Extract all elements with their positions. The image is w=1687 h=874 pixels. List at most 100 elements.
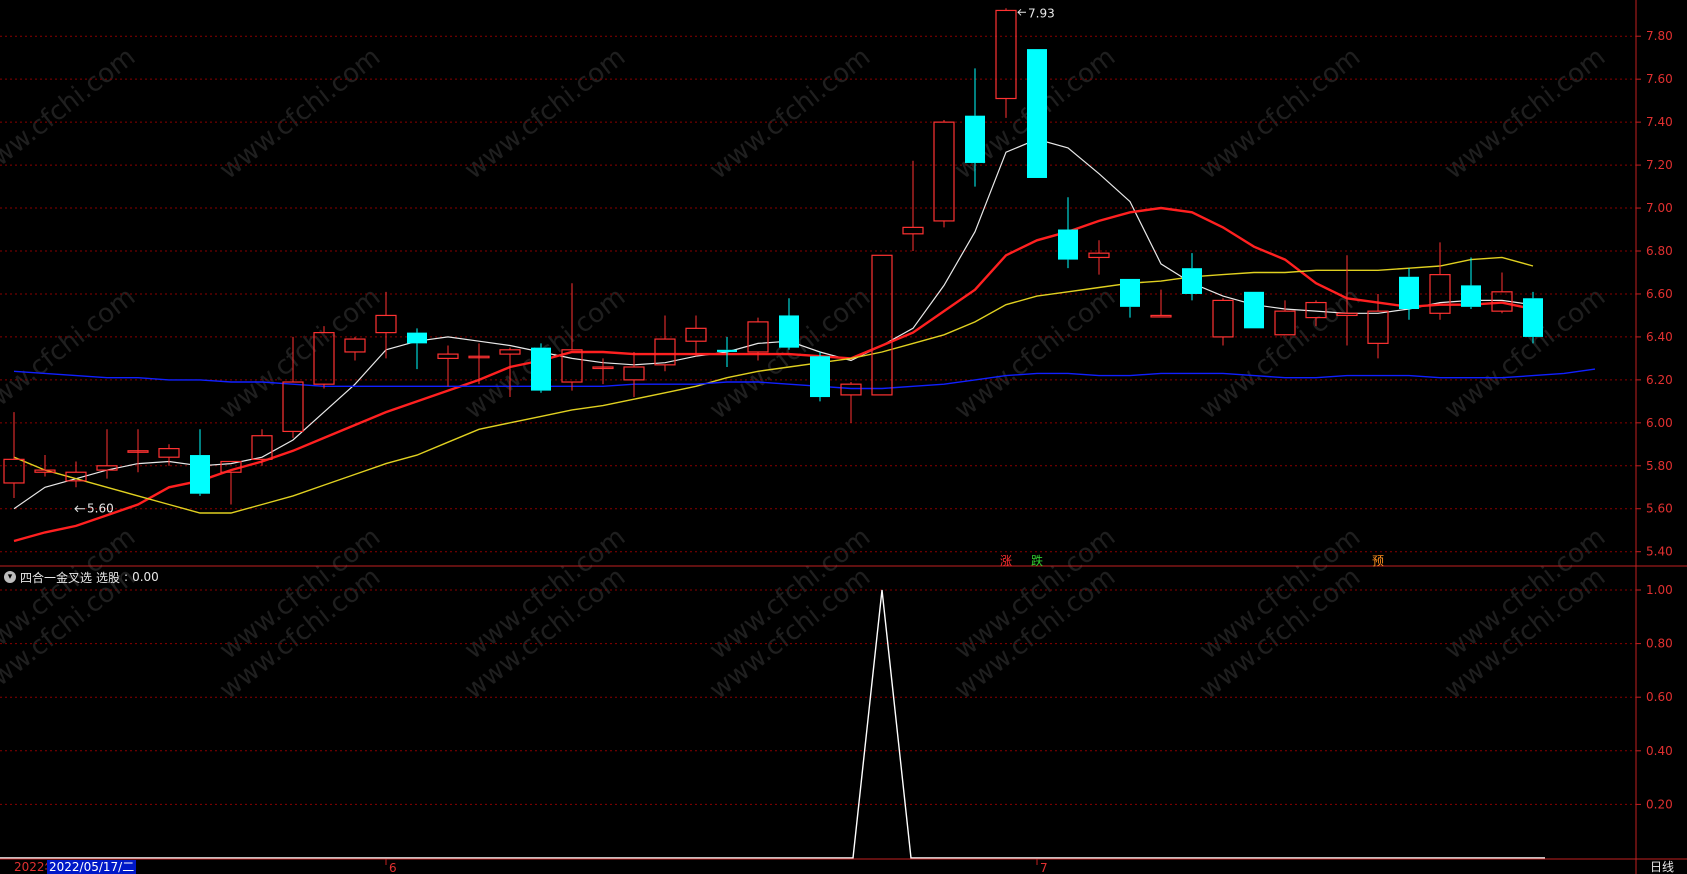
- candle: [65, 461, 87, 488]
- candle-body: [1088, 252, 1110, 259]
- watermark-text: www.cfchi.com: [1194, 282, 1366, 426]
- price-tick-label: 7.00: [1646, 201, 1673, 215]
- candle-body: [871, 254, 893, 396]
- candle-body: [902, 226, 924, 235]
- candle-body: [685, 327, 707, 342]
- high-arrow-icon: [1017, 8, 1026, 16]
- candle-body: [1367, 310, 1389, 344]
- candle-body: [1212, 299, 1234, 338]
- candle-body: [282, 381, 304, 433]
- candle: [933, 119, 955, 228]
- candle: [344, 336, 366, 361]
- indicator-tick-label: 1.00: [1646, 583, 1673, 597]
- candle-body: [623, 366, 645, 381]
- candle-body: [1027, 49, 1047, 178]
- candle: [995, 8, 1017, 118]
- candle: [1399, 268, 1419, 320]
- candle: [1182, 253, 1202, 301]
- candle-body: [344, 338, 366, 353]
- candle: [902, 160, 924, 252]
- candle-body: [717, 349, 737, 352]
- candle: [623, 351, 645, 398]
- candle-body: [933, 121, 955, 222]
- indicator-tick-label: 0.40: [1646, 744, 1673, 758]
- candle-body: [407, 332, 427, 344]
- low-arrow-icon: [74, 505, 85, 513]
- watermark-text: www.cfchi.com: [214, 282, 386, 426]
- indicator-title[interactable]: ▾ 四合一金叉选 选股: 0.00: [4, 569, 159, 585]
- price-tick-label: 6.20: [1646, 373, 1673, 387]
- month-label: 6: [389, 861, 397, 874]
- candle: [1429, 242, 1451, 320]
- candle-body: [1461, 285, 1481, 307]
- candle: [1244, 291, 1264, 329]
- watermark-text: www.cfchi.com: [949, 282, 1121, 426]
- indicator-tick-label: 0.20: [1646, 797, 1673, 811]
- candle-body: [375, 314, 397, 334]
- candle-body: [1120, 278, 1140, 307]
- candle-body: [437, 353, 459, 359]
- candle-body: [779, 315, 799, 348]
- candle-body: [34, 469, 56, 473]
- candle-body: [995, 9, 1017, 100]
- price-tick-label: 5.60: [1646, 502, 1673, 516]
- signal-marker: 跌: [1031, 553, 1043, 568]
- watermark-text: www.cfchi.com: [0, 282, 141, 426]
- price-tick-label: 5.80: [1646, 459, 1673, 473]
- watermark-text: www.cfchi.com: [214, 42, 386, 186]
- candle-body: [1523, 298, 1543, 337]
- candle: [1491, 272, 1513, 314]
- chevron-down-icon[interactable]: ▾: [4, 571, 16, 583]
- candle: [871, 254, 893, 396]
- candle: [190, 429, 210, 496]
- candle-body: [3, 458, 25, 484]
- indicator-value: 0.00: [132, 570, 159, 584]
- candle: [685, 315, 707, 357]
- candle-body: [499, 349, 521, 355]
- watermark-layer: www.cfchi.com www.cfchi.com www.cfchi.com w…: [0, 42, 1611, 706]
- candle-body: [1150, 314, 1172, 318]
- indicator-tick-label: 0.60: [1646, 690, 1673, 704]
- high-label: 7.93: [1028, 6, 1055, 20]
- stock-chart[interactable]: www.cfchi.com www.cfchi.com www.cfchi.com w…: [0, 0, 1687, 874]
- candle-body: [1182, 268, 1202, 294]
- price-tick-label: 6.00: [1646, 416, 1673, 430]
- watermark-text: www.cfchi.com: [1439, 42, 1611, 186]
- low-label: 5.60: [87, 502, 114, 516]
- candle: [1212, 298, 1234, 346]
- price-tick-label: 7.40: [1646, 115, 1673, 129]
- candle: [96, 429, 118, 479]
- candle: [1120, 278, 1140, 318]
- price-tick-label: 7.80: [1646, 29, 1673, 43]
- candle-body: [531, 347, 551, 391]
- price-tick-label: 6.60: [1646, 287, 1673, 301]
- signal-marker: 涨: [1000, 553, 1012, 568]
- signal-marker: 预: [1372, 554, 1384, 568]
- candle-body: [158, 448, 180, 458]
- price-tick-label: 6.80: [1646, 244, 1673, 258]
- indicator-tick-label: 0.80: [1646, 637, 1673, 651]
- candle: [717, 336, 737, 367]
- period-label[interactable]: 日线: [1650, 860, 1674, 874]
- candle: [1461, 257, 1481, 309]
- cursor-date: 2022/05/17/二: [47, 860, 137, 874]
- month-label: 7: [1040, 861, 1048, 874]
- candle: [1523, 291, 1543, 344]
- candle: [1150, 289, 1172, 318]
- candle-body: [1244, 291, 1264, 329]
- candle-body: [96, 465, 118, 471]
- candle-body: [965, 115, 985, 163]
- price-tick-label: 5.40: [1646, 545, 1673, 559]
- candle: [1088, 240, 1110, 275]
- price-tick-label: 7.20: [1646, 158, 1673, 172]
- watermark-text: www.cfchi.com: [459, 42, 631, 186]
- indicator-name: 四合一金叉选: [20, 570, 93, 585]
- candle: [531, 343, 551, 393]
- candle-body: [1399, 276, 1419, 309]
- watermark-text: www.cfchi.com: [0, 42, 141, 186]
- watermark-text: www.cfchi.com: [704, 42, 876, 186]
- candle: [3, 412, 25, 499]
- candle-body: [810, 356, 830, 398]
- price-tick-label: 6.40: [1646, 330, 1673, 344]
- candle: [407, 328, 427, 370]
